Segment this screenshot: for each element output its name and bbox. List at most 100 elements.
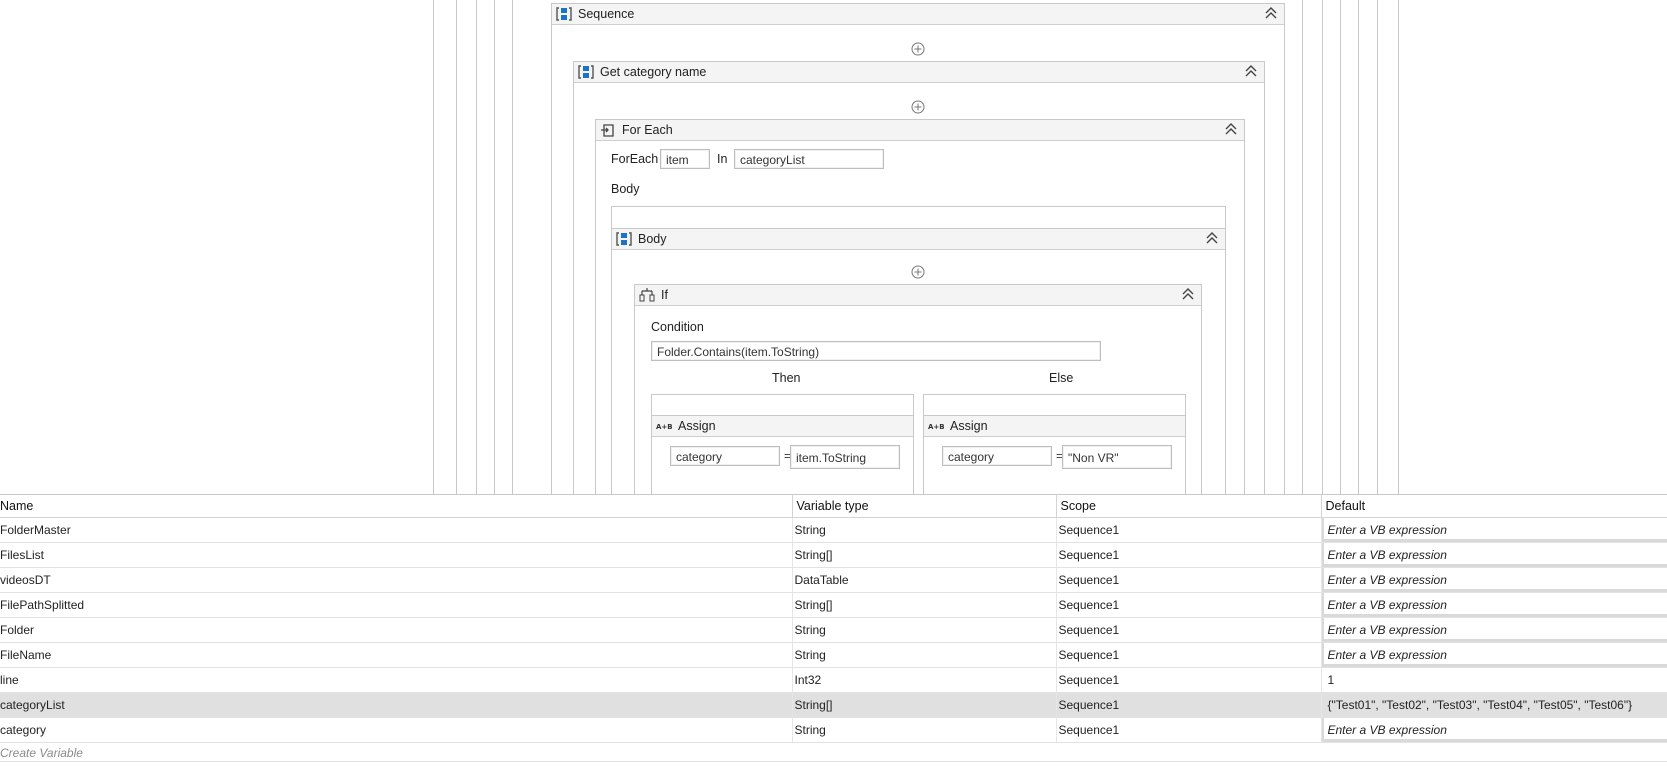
if-icon [639, 288, 655, 302]
variable-type-cell[interactable]: String[] [792, 592, 1057, 618]
variable-type-cell[interactable]: String [792, 517, 1057, 543]
if-title: If [661, 288, 668, 302]
variable-default-cell[interactable]: Enter a VB expression [1321, 517, 1667, 543]
variable-name-cell[interactable]: FilesList [0, 542, 793, 568]
if-activity[interactable]: If Condition Folder.Contains(item.ToStri… [634, 284, 1202, 494]
then-assign-activity[interactable]: A+B Assign category = item.ToString [652, 415, 913, 494]
add-activity-icon[interactable] [911, 42, 925, 56]
collapse-icon[interactable] [1205, 231, 1219, 245]
else-assign-to-input[interactable]: category [942, 446, 1052, 466]
body-header[interactable]: Body [612, 229, 1225, 250]
variable-default-cell[interactable]: Enter a VB expression [1321, 542, 1667, 568]
variable-type-cell[interactable]: String[] [792, 542, 1057, 568]
foreach-label: ForEach [611, 152, 659, 166]
if-header[interactable]: If [635, 285, 1201, 306]
foreach-activity[interactable]: For Each ForEach item In categoryList Bo… [595, 119, 1245, 494]
variable-type-cell[interactable]: String [792, 717, 1057, 743]
collapse-icon[interactable] [1181, 287, 1195, 301]
variables-panel: Name Variable type Scope Default FolderM… [0, 494, 1667, 776]
else-assign-header[interactable]: A+B Assign [924, 416, 1185, 437]
column-header-variable-type[interactable]: Variable type [792, 495, 1057, 518]
variable-scope-cell[interactable]: Sequence1 [1056, 692, 1322, 718]
workflow-designer-canvas[interactable]: Sequence Get category name For Each ForE… [0, 0, 1667, 494]
get-category-header[interactable]: Get category name [574, 62, 1264, 83]
else-branch: A+B Assign category = "Non VR" [923, 394, 1186, 494]
body-drop-area: Body If Condition Folder.Contains(item.T… [611, 206, 1226, 494]
variable-default-cell[interactable]: Enter a VB expression [1321, 592, 1667, 618]
variables-header-row: Name Variable type Scope Default [0, 495, 1667, 518]
then-label: Then [772, 371, 801, 385]
sequence-icon [616, 232, 632, 246]
collapse-icon[interactable] [1244, 64, 1258, 78]
variable-type-cell[interactable]: Int32 [792, 667, 1057, 693]
variable-default-cell[interactable]: Enter a VB expression [1321, 642, 1667, 668]
else-assign-activity[interactable]: A+B Assign category = "Non VR" [924, 415, 1185, 494]
table-row[interactable]: FolderMaster String Sequence1 Enter a VB ex… [0, 517, 1667, 543]
foreach-item-input[interactable]: item [660, 149, 710, 169]
table-row[interactable]: FileName String Sequence1 Enter a VB expres… [0, 642, 1667, 668]
variable-scope-cell[interactable]: Sequence1 [1056, 667, 1322, 693]
variable-default-cell[interactable]: Enter a VB expression [1321, 717, 1667, 743]
variable-name-cell[interactable]: categoryList [0, 692, 793, 718]
get-category-sequence[interactable]: Get category name For Each ForEach item … [573, 61, 1265, 494]
else-assign-value-input[interactable]: "Non VR" [1062, 445, 1172, 469]
variable-type-cell[interactable]: DataTable [792, 567, 1057, 593]
container-border [1358, 0, 1359, 494]
variable-scope-cell[interactable]: Sequence1 [1056, 592, 1322, 618]
variable-name-cell[interactable]: FileName [0, 642, 793, 668]
sequence-header[interactable]: Sequence [552, 4, 1284, 25]
then-assign-header[interactable]: A+B Assign [652, 416, 913, 437]
variable-scope-cell[interactable]: Sequence1 [1056, 642, 1322, 668]
table-row[interactable]: Folder String Sequence1 Enter a VB expressi… [0, 617, 1667, 643]
variable-name-cell[interactable]: category [0, 717, 793, 743]
column-header-scope[interactable]: Scope [1056, 495, 1322, 518]
foreach-collection-input[interactable]: categoryList [734, 149, 884, 169]
then-assign-to-input[interactable]: category [670, 446, 780, 466]
body-sequence[interactable]: Body If Condition Folder.Contains(item.T… [612, 228, 1225, 494]
variable-type-cell[interactable]: String[] [792, 692, 1057, 718]
variable-scope-cell[interactable]: Sequence1 [1056, 517, 1322, 543]
condition-input[interactable]: Folder.Contains(item.ToString) [651, 341, 1101, 361]
variable-name-cell[interactable]: videosDT [0, 567, 793, 593]
variable-name-cell[interactable]: FolderMaster [0, 517, 793, 543]
table-row[interactable]: FilesList String[] Sequence1 Enter a VB exp… [0, 542, 1667, 568]
table-row[interactable]: categoryList String[] Sequence1 {"Test01", … [0, 692, 1667, 718]
variable-scope-cell[interactable]: Sequence1 [1056, 542, 1322, 568]
sequence-activity[interactable]: Sequence Get category name For Each ForE… [551, 3, 1285, 494]
container-border [494, 0, 495, 494]
then-assign-title: Assign [678, 419, 716, 433]
variable-type-cell[interactable]: String [792, 617, 1057, 643]
then-assign-value-input[interactable]: item.ToString [790, 445, 900, 469]
variable-scope-cell[interactable]: Sequence1 [1056, 717, 1322, 743]
column-header-default[interactable]: Default [1321, 495, 1667, 518]
variable-name-cell[interactable]: line [0, 667, 793, 693]
sequence-icon [578, 65, 594, 79]
variable-type-cell[interactable]: String [792, 642, 1057, 668]
assign-icon: A+B [656, 423, 672, 431]
create-variable-button[interactable]: Create Variable [0, 746, 83, 760]
variable-name-cell[interactable]: FilePathSplitted [0, 592, 793, 618]
then-branch: A+B Assign category = item.ToString [651, 394, 914, 494]
variable-default-cell[interactable]: 1 [1321, 667, 1667, 693]
container-border [433, 0, 434, 494]
collapse-icon[interactable] [1224, 122, 1238, 136]
table-row[interactable]: FilePathSplitted String[] Sequence1 Enter a… [0, 592, 1667, 618]
else-assign-title: Assign [950, 419, 988, 433]
variable-default-cell[interactable]: Enter a VB expression [1321, 617, 1667, 643]
add-activity-icon[interactable] [911, 100, 925, 114]
variable-name-cell[interactable]: Folder [0, 617, 793, 643]
assign-icon: A+B [928, 423, 944, 431]
table-row[interactable]: videosDT DataTable Sequence1 Enter a VB exp… [0, 567, 1667, 593]
variable-scope-cell[interactable]: Sequence1 [1056, 617, 1322, 643]
add-activity-icon[interactable] [911, 265, 925, 279]
table-row[interactable]: category String Sequence1 Enter a VB expres… [0, 717, 1667, 743]
variable-default-cell[interactable]: Enter a VB expression [1321, 567, 1667, 593]
variable-scope-cell[interactable]: Sequence1 [1056, 567, 1322, 593]
column-header-name[interactable]: Name [0, 495, 793, 518]
variable-default-cell[interactable]: {"Test01", "Test02", "Test03", "Test04",… [1321, 692, 1667, 718]
foreach-header[interactable]: For Each [596, 120, 1244, 141]
collapse-icon[interactable] [1264, 6, 1278, 20]
else-label: Else [1049, 371, 1074, 385]
body-label: Body [611, 182, 640, 196]
table-row[interactable]: line Int32 Sequence1 1 [0, 667, 1667, 693]
